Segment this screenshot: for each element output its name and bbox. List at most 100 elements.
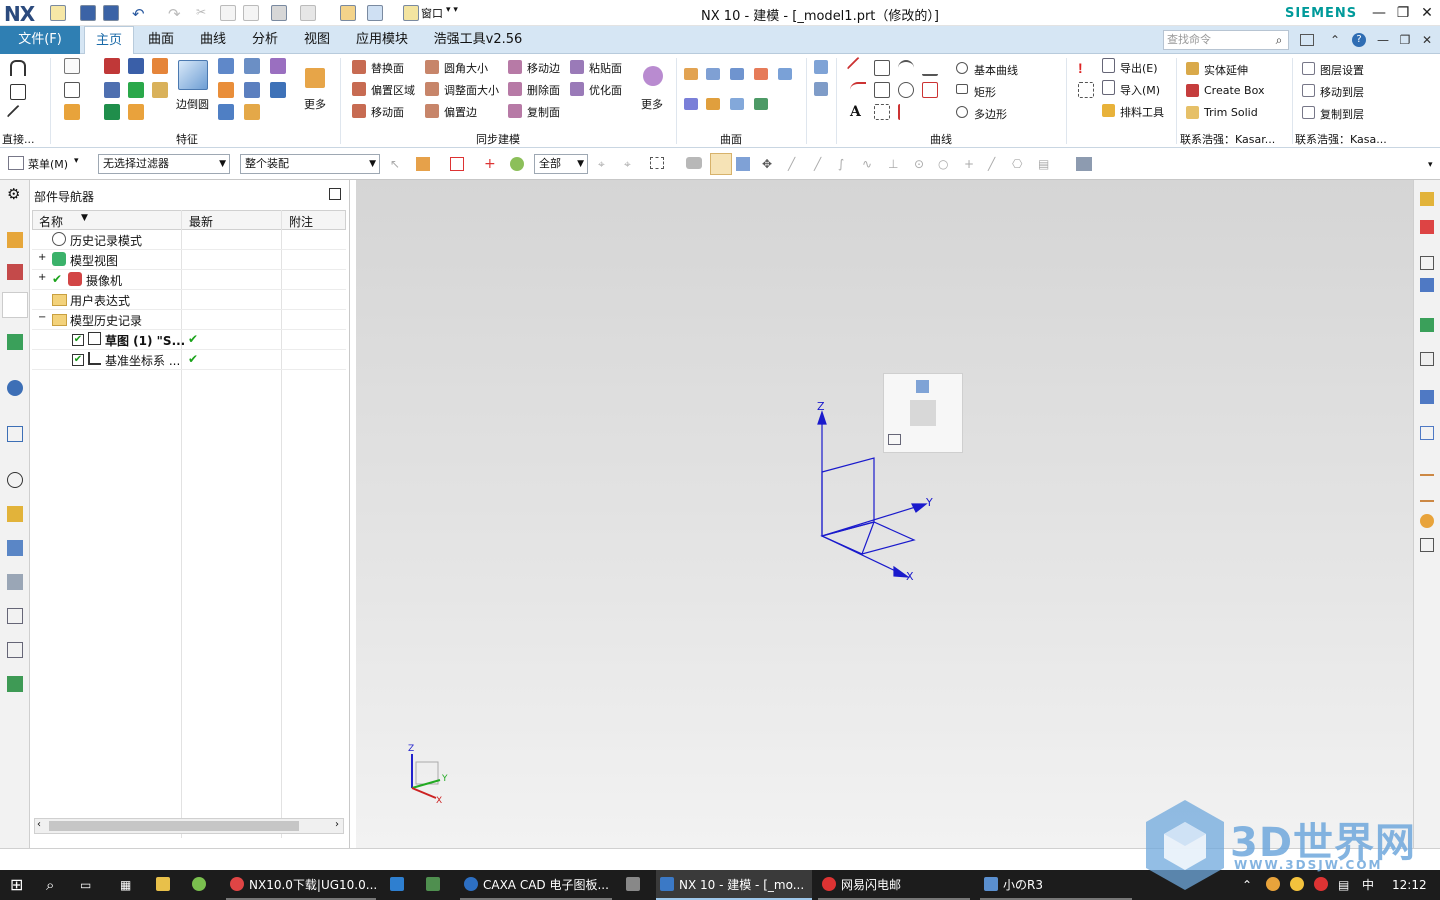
perpendicular-icon[interactable]: ⊥ [888, 157, 898, 171]
offset-curve-icon[interactable] [874, 82, 890, 98]
haoqiang2-item[interactable]: 图层设置 [1320, 62, 1364, 78]
resize-blend-icon[interactable] [425, 60, 439, 74]
boss-icon[interactable] [244, 82, 260, 98]
import-icon[interactable] [1102, 80, 1115, 95]
tab-analysis[interactable]: 分析 [244, 26, 286, 54]
roles-icon[interactable] [7, 608, 23, 624]
chevron-down-icon[interactable]: ▾ [1428, 160, 1433, 170]
polygon-icon[interactable] [956, 106, 968, 118]
chamfer-icon[interactable] [218, 58, 234, 74]
graphics-window[interactable]: Z Y X Z Y X [356, 180, 1413, 848]
file-tab[interactable]: 文件(F) [0, 26, 80, 54]
rib-icon[interactable] [244, 104, 260, 120]
intersect-icon[interactable] [152, 82, 168, 98]
clip-icon[interactable] [1420, 390, 1434, 404]
column-name[interactable]: 名称 [39, 213, 63, 230]
app-icon[interactable] [626, 870, 645, 900]
page-icon[interactable]: ▤ [1038, 157, 1049, 171]
unite-icon[interactable] [104, 82, 120, 98]
grid-icon[interactable] [1420, 426, 1434, 440]
expand-icon[interactable]: + [38, 252, 46, 263]
move-to-layer-icon[interactable] [1302, 84, 1315, 97]
group-contact-1[interactable]: 联系浩强：Kasar... [1180, 131, 1275, 147]
sync-item[interactable]: 移动边 [527, 60, 560, 76]
restore-icon[interactable]: ❐ [1392, 3, 1414, 23]
line-icon[interactable] [6, 104, 30, 128]
pocket-icon[interactable] [218, 104, 234, 120]
arc-icon[interactable] [850, 82, 866, 98]
window-menu-label[interactable]: 窗口 [421, 5, 443, 21]
horizontal-scrollbar[interactable]: ‹ › [34, 818, 344, 834]
pick-icon[interactable]: ⌖ [624, 157, 631, 172]
offset-edge-icon[interactable] [425, 104, 439, 118]
haoqiang1-item[interactable]: 实体延伸 [1204, 62, 1248, 78]
surface-icon[interactable] [754, 98, 768, 110]
project-curve-icon[interactable] [922, 82, 938, 98]
selection-filter-dropdown[interactable]: 无选择过滤器 ▼ [98, 154, 230, 174]
layer-settings-icon[interactable] [1302, 62, 1315, 75]
import-label[interactable]: 导入(M) [1120, 82, 1160, 98]
scroll-right-icon[interactable]: › [335, 819, 339, 830]
repeat-command-icon[interactable] [300, 5, 316, 21]
sync-item[interactable]: 删除面 [527, 82, 560, 98]
tree-row[interactable]: ✔ 草图 (1) "S... ✔ [32, 330, 346, 350]
windows-start-icon[interactable]: ⊞ [10, 870, 23, 900]
sync-item[interactable]: 替换面 [371, 60, 404, 76]
sync-more-label[interactable]: 更多 [641, 96, 663, 112]
open-icon[interactable] [50, 5, 66, 21]
revolve-icon[interactable] [128, 58, 144, 74]
sync-item[interactable]: 偏置区域 [371, 82, 415, 98]
history-icon[interactable] [7, 472, 23, 488]
shaded-icon[interactable] [686, 157, 702, 169]
tree-row[interactable]: 历史记录模式 [32, 230, 346, 250]
sync-item[interactable]: 调整面大小 [444, 82, 499, 98]
curve-icon[interactable] [922, 60, 938, 76]
system-scene-icon[interactable] [7, 642, 23, 658]
search-icon[interactable]: ⌕ [46, 870, 54, 900]
edge-blend-label[interactable]: 边倒圆 [176, 96, 209, 112]
tab-home[interactable]: 主页 [84, 26, 134, 55]
print-icon[interactable] [271, 5, 287, 21]
file-explorer-icon[interactable] [156, 870, 175, 900]
save-all-icon[interactable] [103, 5, 119, 21]
hole-pattern-icon[interactable] [152, 58, 168, 74]
circle-icon[interactable]: ⊙ [914, 157, 924, 171]
copy-to-layer-icon[interactable] [1302, 106, 1315, 119]
layer-icon[interactable] [1076, 157, 1092, 171]
edit-icon[interactable]: ⎔ [1012, 157, 1022, 171]
layout-tool-label[interactable]: 排料工具 [1120, 104, 1164, 120]
bridge-curve-icon[interactable] [898, 104, 914, 120]
move-face-icon[interactable] [352, 104, 366, 118]
background-icon[interactable] [1420, 352, 1434, 366]
assembly-navigator-icon[interactable] [7, 232, 23, 248]
curve-item[interactable]: 多边形 [974, 106, 1007, 122]
undo-icon[interactable]: ↶ [132, 5, 148, 23]
measure-icon[interactable] [1420, 256, 1434, 270]
basic-curve-icon[interactable] [956, 62, 968, 74]
orient-view-icon[interactable] [888, 434, 901, 445]
tree-row[interactable]: 用户表达式 [32, 290, 346, 310]
browser-icon[interactable] [192, 870, 211, 900]
taskbar-item[interactable]: NX10.0下载|UG10.0... [226, 870, 377, 900]
line-icon[interactable]: ╱ [814, 157, 821, 171]
render-icon[interactable] [1420, 318, 1434, 332]
selection-scope-icon[interactable] [450, 157, 464, 171]
group-direct[interactable]: 直接... [2, 131, 35, 147]
move-edge-icon[interactable] [508, 60, 522, 74]
search-icon[interactable]: ⌕ [1270, 31, 1288, 49]
haoqiang2-item[interactable]: 复制到层 [1320, 106, 1364, 122]
sync-item[interactable]: 圆角大小 [444, 60, 488, 76]
datum-icon[interactable] [64, 82, 80, 98]
fullscreen-icon[interactable] [1300, 34, 1314, 46]
crosshair-icon[interactable]: + [964, 157, 974, 171]
xy-icon[interactable] [1078, 82, 1094, 98]
paste-face-icon[interactable] [570, 60, 584, 74]
menu-icon[interactable] [8, 156, 24, 170]
emboss-icon[interactable] [270, 82, 286, 98]
tab-application[interactable]: 应用模块 [348, 26, 416, 54]
sync-item[interactable]: 偏置边 [444, 104, 477, 120]
view-triad-popup[interactable] [883, 373, 963, 453]
cut-icon[interactable]: ✂ [196, 5, 212, 21]
surface-icon[interactable] [706, 68, 720, 80]
rectangle-icon[interactable] [956, 84, 968, 94]
